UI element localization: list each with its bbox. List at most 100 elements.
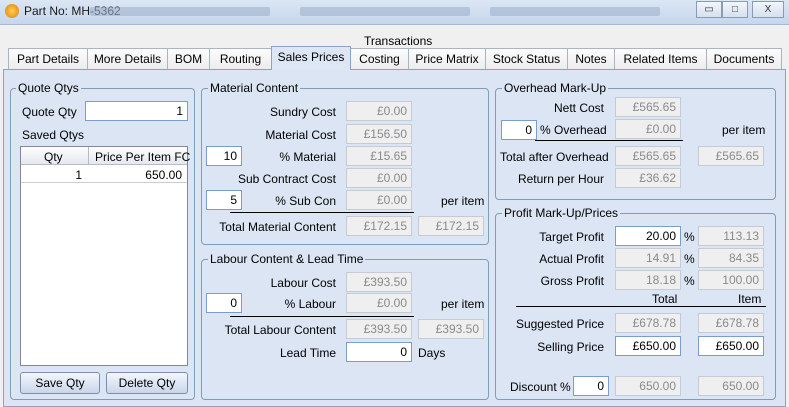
nett-cost-label: Nett Cost — [553, 101, 604, 115]
pct-sign: % — [684, 274, 695, 288]
total-material-label: Total Material Content — [219, 220, 336, 234]
tab-notes[interactable]: Notes — [567, 48, 615, 69]
subcon-label: Sub Contract Cost — [237, 172, 336, 186]
sundry-cost: £0.00 — [346, 101, 412, 121]
tab-transactions[interactable]: Transactions — [364, 34, 432, 48]
actual-profit-item: 84.35 — [698, 248, 764, 268]
discount-total: 650.00 — [615, 376, 681, 396]
tab-routing[interactable]: Routing — [209, 48, 272, 69]
selling-price-input[interactable]: £650.00 — [615, 336, 681, 356]
per-item-label: per item — [441, 297, 485, 311]
discount-label: Discount % — [510, 380, 571, 394]
per-item-label: per item — [441, 194, 485, 208]
tab-documents[interactable]: Documents — [706, 48, 782, 69]
quote-qty-input[interactable]: 1 — [85, 101, 188, 121]
divider — [516, 306, 766, 307]
target-profit-item: 113.13 — [698, 226, 764, 246]
lead-time-input[interactable]: 0 — [346, 342, 412, 362]
toolbar-blur — [90, 7, 270, 16]
material-title: Material Content — [208, 81, 301, 95]
days-label: Days — [418, 346, 446, 360]
tab-sales-prices[interactable]: Sales Prices — [271, 46, 351, 70]
suggested-price-item: £678.78 — [698, 313, 764, 333]
saved-qtys-label: Saved Qtys — [22, 128, 85, 142]
tab-stock-status[interactable]: Stock Status — [485, 48, 568, 69]
toolbar-blur — [490, 7, 660, 16]
labour-title: Labour Content & Lead Time — [208, 252, 366, 266]
pct-material-label: % Material — [279, 150, 336, 164]
pct-material-value: £15.65 — [346, 146, 412, 166]
actual-profit: 14.91 — [615, 248, 681, 268]
target-profit-input[interactable]: 20.00 — [615, 226, 681, 246]
gross-profit-item: 100.00 — [698, 270, 764, 290]
total-labour: £393.50 — [346, 319, 412, 339]
selling-price-item-input[interactable]: £650.00 — [698, 336, 764, 356]
pct-subcon-value: £0.00 — [346, 190, 412, 210]
pct-material-input[interactable]: 10 — [206, 146, 242, 166]
pct-sign: % — [684, 230, 695, 244]
delete-qty-button[interactable]: Delete Qty — [106, 372, 188, 394]
per-item-label: per item — [722, 123, 766, 137]
return-per-hour: £36.62 — [615, 168, 681, 188]
pct-overhead-label: % Overhead — [540, 123, 607, 137]
tab-part-details[interactable]: Part Details — [8, 48, 88, 69]
pct-sign: % — [684, 252, 695, 266]
total-overhead: £565.65 — [615, 146, 681, 166]
total-overhead-item: £565.65 — [698, 146, 764, 166]
close-button[interactable]: X — [752, 1, 784, 18]
tab-bom[interactable]: BOM — [167, 48, 210, 69]
save-qty-button[interactable]: Save Qty — [20, 372, 100, 394]
gross-profit-label: Gross Profit — [540, 274, 604, 288]
minimize-button[interactable]: ▭ — [696, 1, 722, 18]
divider — [535, 140, 683, 141]
actual-profit-label: Actual Profit — [539, 252, 604, 266]
quote-qty-label: Quote Qty — [22, 105, 77, 119]
pct-subcon-label: % Sub Con — [275, 194, 336, 208]
discount-item: 650.00 — [698, 376, 764, 396]
suggested-price: £678.78 — [615, 313, 681, 333]
pct-overhead-value: £0.00 — [615, 119, 681, 139]
profit-title: Profit Mark-Up/Prices — [502, 206, 621, 220]
row-qty[interactable]: 1 — [22, 168, 82, 182]
col-divider — [88, 147, 89, 165]
selling-price-label: Selling Price — [537, 340, 604, 354]
divider — [230, 316, 414, 317]
col-total-label: Total — [652, 292, 678, 306]
quote-qtys-title: Quote Qtys — [16, 81, 81, 95]
return-per-hour-label: Return per Hour — [517, 172, 604, 186]
col-qty[interactable]: Qty — [44, 150, 63, 164]
col-item-label: Item — [738, 292, 762, 306]
total-material: £172.15 — [346, 216, 412, 236]
material-cost-label: Material Cost — [265, 128, 336, 142]
maximize-button[interactable]: □ — [722, 1, 748, 18]
overhead-title: Overhead Mark-Up — [502, 81, 609, 95]
total-labour-label: Total Labour Content — [224, 323, 336, 337]
row-divider — [21, 182, 187, 183]
tab-related-items[interactable]: Related Items — [614, 48, 707, 69]
labour-cost: £393.50 — [346, 272, 412, 292]
material-cost: £156.50 — [346, 124, 412, 144]
row-price[interactable]: 650.00 — [92, 168, 182, 182]
gross-profit: 18.18 — [615, 270, 681, 290]
total-labour-item: £393.50 — [418, 319, 484, 339]
col-price[interactable]: Price Per Item FC — [95, 150, 190, 164]
total-overhead-label: Total after Overhead — [500, 150, 609, 164]
subcon-cost: £0.00 — [346, 168, 412, 188]
pct-overhead-input[interactable]: 0 — [501, 120, 537, 140]
tab-price-matrix[interactable]: Price Matrix — [408, 48, 486, 69]
pct-labour-label: % Labour — [284, 297, 336, 311]
total-material-item: £172.15 — [418, 216, 484, 236]
target-profit-label: Target Profit — [539, 230, 604, 244]
discount-input[interactable]: 0 — [573, 376, 609, 396]
labour-cost-label: Labour Cost — [270, 276, 336, 290]
suggested-price-label: Suggested Price — [515, 317, 604, 331]
divider — [230, 212, 414, 213]
app-icon — [5, 4, 19, 18]
nett-cost: £565.65 — [615, 97, 681, 117]
pct-labour-value: £0.00 — [346, 293, 412, 313]
pct-subcon-input[interactable]: 5 — [206, 190, 242, 210]
pct-labour-input[interactable]: 0 — [206, 293, 242, 313]
tab-more-details[interactable]: More Details — [87, 48, 168, 69]
tab-costing[interactable]: Costing — [350, 48, 409, 69]
toolbar-blur — [300, 7, 470, 16]
